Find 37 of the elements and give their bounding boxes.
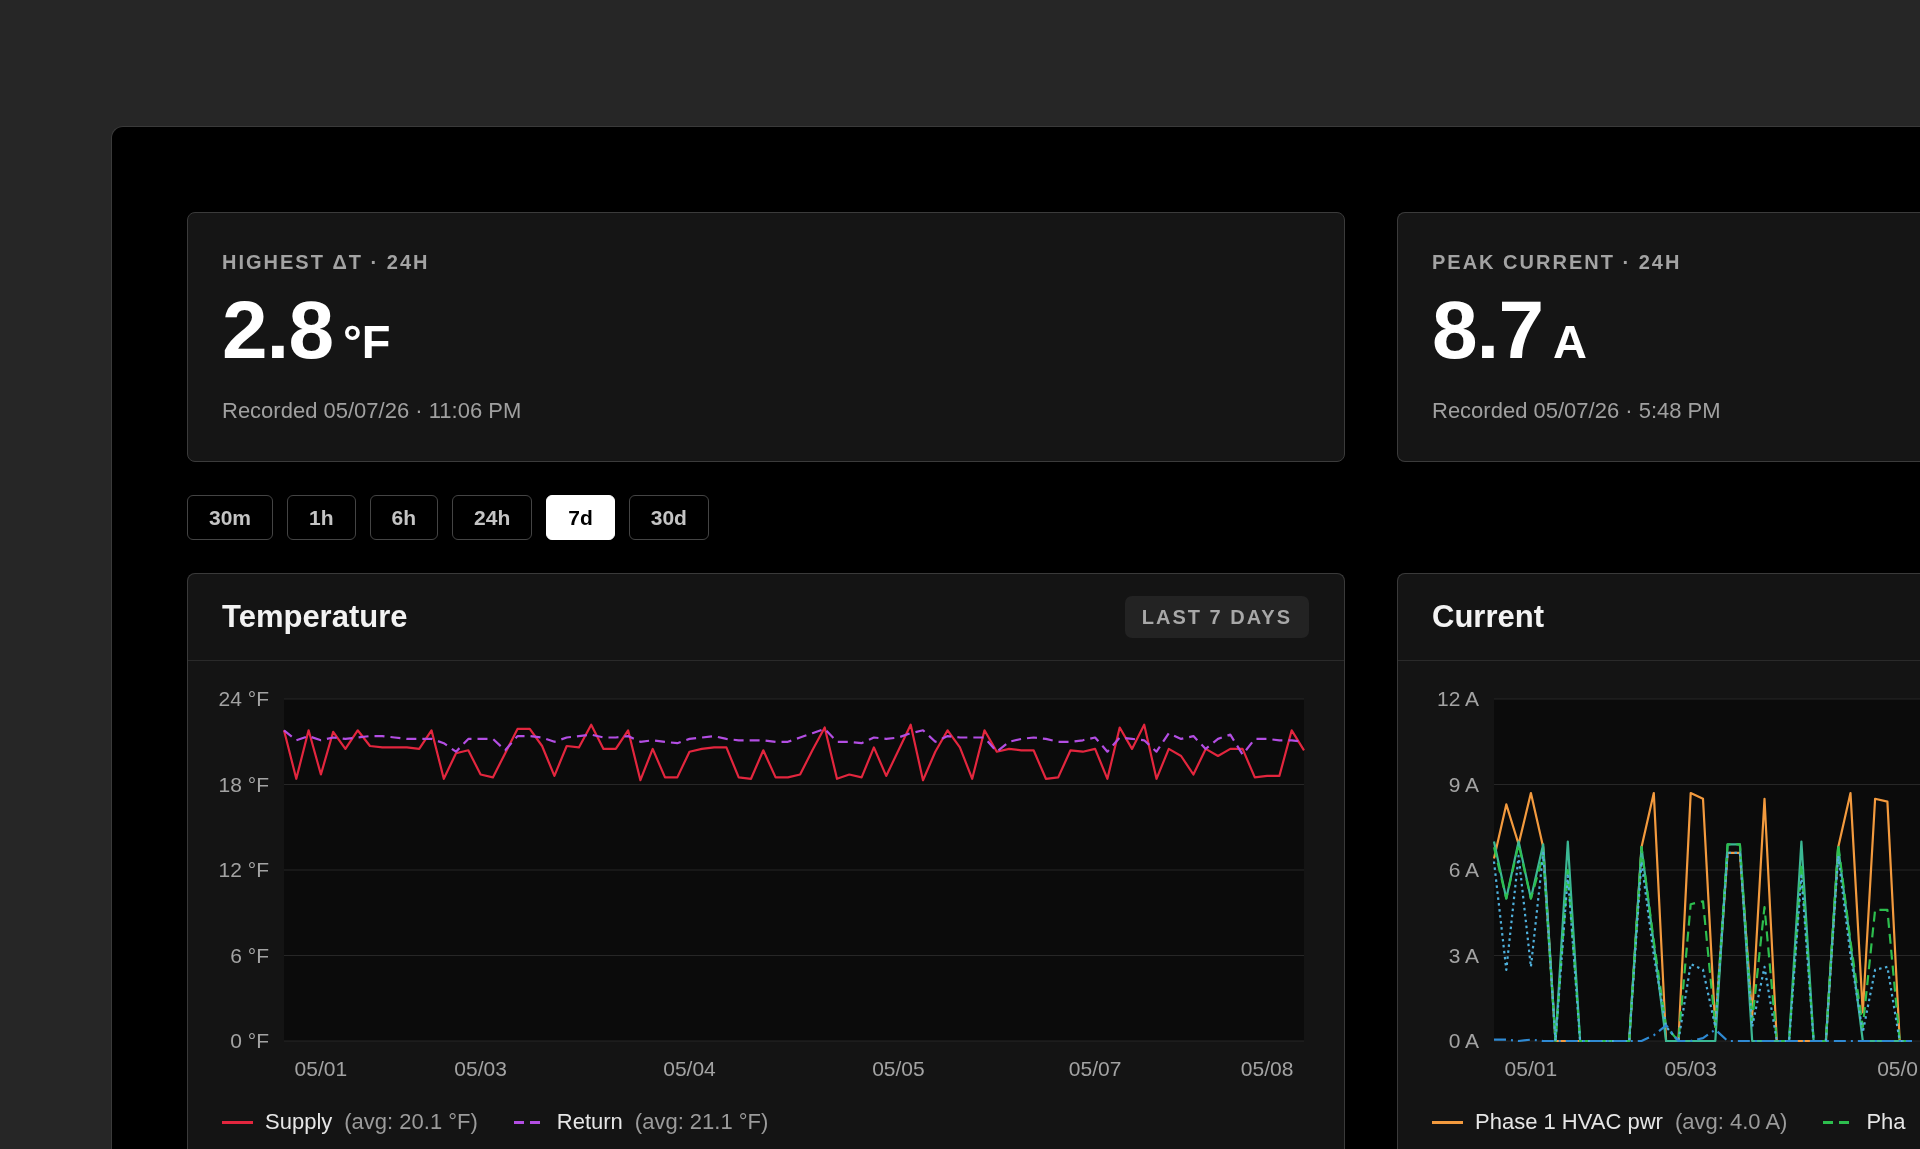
legend-label: Phase 1 HVAC pwr (1475, 1110, 1663, 1134)
stat-value: 2.8 (222, 290, 333, 370)
x-axis-label: 05/05 (872, 1057, 925, 1081)
y-axis-label: 0 A (1448, 1029, 1479, 1053)
x-axis-label: 05/03 (454, 1057, 507, 1081)
x-axis-label: 05/03 (1664, 1057, 1717, 1081)
x-axis-label: 05/0 (1877, 1057, 1918, 1081)
stat-unit: A (1553, 318, 1587, 365)
stat-label: HIGHEST ΔT · 24H (222, 250, 430, 274)
y-axis-label: 12 A (1436, 687, 1479, 711)
y-axis-label: 9 A (1448, 772, 1479, 797)
legend-note: (avg: 20.1 °F) (344, 1110, 478, 1134)
recorded-time: Recorded 05/07/26 · 11:06 PM (222, 398, 522, 424)
period-badge: LAST 7 DAYS (1124, 596, 1309, 638)
x-axis-label: 05/01 (1504, 1057, 1558, 1081)
y-axis-label: 24 °F (218, 687, 269, 711)
x-axis-label: 05/04 (663, 1057, 716, 1081)
y-axis-label: 3 A (1448, 943, 1479, 968)
legend-label: Supply (265, 1110, 333, 1134)
stat-value: 8.7 (1432, 290, 1543, 370)
chart-title: Temperature (222, 599, 408, 635)
legend-note: (avg: 21.1 °F) (634, 1110, 769, 1134)
y-axis-label: 18 °F (218, 772, 269, 797)
legend-label: Pha (1866, 1110, 1906, 1134)
y-axis-label: 6 A (1448, 858, 1479, 882)
stat-unit: °F (343, 318, 391, 365)
recorded-time: Recorded 05/07/26 · 5:48 PM (1432, 398, 1721, 424)
y-axis-label: 12 °F (218, 858, 269, 882)
chart-title: Current (1432, 599, 1544, 635)
x-axis-label: 05/01 (294, 1057, 348, 1081)
y-axis-label: 0 °F (230, 1029, 269, 1053)
stat-label: PEAK CURRENT · 24H (1432, 250, 1682, 274)
x-axis-label: 05/07 (1068, 1057, 1122, 1081)
legend-note: (avg: 4.0 A) (1674, 1110, 1788, 1134)
y-axis-label: 6 °F (230, 943, 269, 968)
x-axis-label: 05/08 (1240, 1057, 1294, 1081)
legend-label: Return (556, 1110, 623, 1134)
